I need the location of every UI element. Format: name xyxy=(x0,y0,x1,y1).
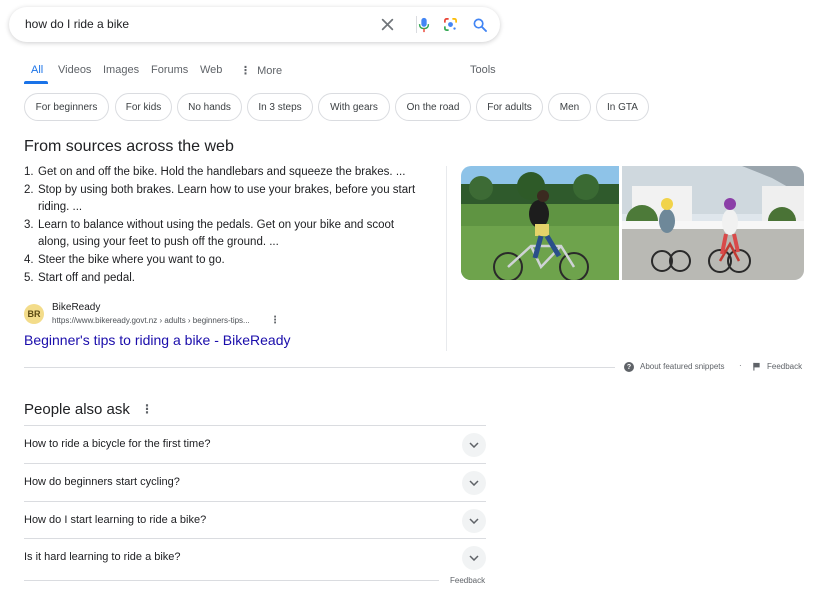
list-item: 2. Stop by using both brakes. Learn how … xyxy=(24,182,424,216)
tab-images[interactable]: Images xyxy=(103,64,139,76)
snippet-images[interactable] xyxy=(461,166,804,280)
chip-with-gears[interactable]: With gears xyxy=(318,93,390,121)
tab-more-label: More xyxy=(257,65,283,77)
paa-question-row[interactable]: How do beginners start cycling? xyxy=(24,463,486,501)
microphone-icon[interactable] xyxy=(414,15,433,34)
search-icon[interactable] xyxy=(470,15,489,34)
paa-question-row[interactable]: Is it hard learning to ride a bike? xyxy=(24,538,486,576)
step-number: 2. xyxy=(24,184,34,196)
more-vert-icon[interactable]: ⋮ xyxy=(270,315,280,326)
snippet-feedback-link[interactable]: Feedback xyxy=(767,362,802,371)
more-vert-icon[interactable]: ⋮ xyxy=(141,402,153,416)
step-text: Start off and pedal. xyxy=(38,272,135,284)
help-icon[interactable]: ? xyxy=(624,362,634,372)
chevron-down-icon[interactable] xyxy=(462,509,486,533)
chip-in-3-steps[interactable]: In 3 steps xyxy=(247,93,313,121)
paa-heading: People also ask xyxy=(24,401,130,418)
footer-separator: · xyxy=(739,361,742,370)
step-text: Learn to balance without using the pedal… xyxy=(38,219,395,248)
snippet-heading: From sources across the web xyxy=(24,138,234,155)
list-item: 3. Learn to balance without using the pe… xyxy=(24,217,424,251)
paa-question-text: How do beginners start cycling? xyxy=(24,476,180,488)
tab-web[interactable]: Web xyxy=(200,64,222,76)
paa-footer-divider xyxy=(24,580,439,581)
step-number: 1. xyxy=(24,166,34,178)
snippet-footer-divider xyxy=(24,367,615,368)
chip-no-hands[interactable]: No hands xyxy=(177,93,242,121)
chevron-down-icon[interactable] xyxy=(462,471,486,495)
active-tab-indicator xyxy=(24,81,48,84)
about-featured-snippets-link[interactable]: About featured snippets xyxy=(640,362,725,371)
tab-forums[interactable]: Forums xyxy=(151,64,188,76)
step-number: 5. xyxy=(24,272,34,284)
source-name[interactable]: BikeReady xyxy=(52,302,100,313)
chip-men[interactable]: Men xyxy=(548,93,591,121)
more-vert-icon: ⋮ xyxy=(240,65,251,77)
list-item: 5. Start off and pedal. xyxy=(24,270,424,287)
chip-for-beginners[interactable]: For beginners xyxy=(24,93,109,121)
snippet-divider xyxy=(446,166,447,351)
step-text: Stop by using both brakes. Learn how to … xyxy=(38,184,416,213)
lens-icon[interactable] xyxy=(441,15,460,34)
chip-on-the-road[interactable]: On the road xyxy=(395,93,471,121)
step-number: 3. xyxy=(24,219,34,231)
photo-couple-cycling[interactable] xyxy=(622,166,804,280)
result-title-link[interactable]: Beginner's tips to riding a bike - BikeR… xyxy=(24,332,290,348)
source-url[interactable]: https://www.bikeready.govt.nz › adults ›… xyxy=(52,316,250,325)
chip-in-gta[interactable]: In GTA xyxy=(596,93,649,121)
tab-videos[interactable]: Videos xyxy=(58,64,91,76)
paa-question-text: How to ride a bicycle for the first time… xyxy=(24,438,211,450)
list-item: 1. Get on and off the bike. Hold the han… xyxy=(24,164,424,181)
chip-for-adults[interactable]: For adults xyxy=(476,93,543,121)
paa-question-text: Is it hard learning to ride a bike? xyxy=(24,551,181,563)
step-number: 4. xyxy=(24,254,34,266)
paa-question-row[interactable]: How to ride a bicycle for the first time… xyxy=(24,425,486,463)
clear-icon[interactable] xyxy=(378,15,397,34)
source-favicon[interactable]: BR xyxy=(24,304,44,324)
chip-for-kids[interactable]: For kids xyxy=(115,93,172,121)
search-tabs: All Videos Images Forums Web ⋮ More Tool… xyxy=(0,58,821,84)
paa-question-row[interactable]: How do I start learning to ride a bike? xyxy=(24,501,486,539)
tab-more[interactable]: ⋮ More xyxy=(240,64,282,77)
step-text: Steer the bike where you want to go. xyxy=(38,254,225,266)
search-box[interactable]: how do I ride a bike xyxy=(9,7,500,42)
feedback-icon[interactable] xyxy=(752,362,761,371)
search-input[interactable]: how do I ride a bike xyxy=(25,17,129,31)
step-text: Get on and off the bike. Hold the handle… xyxy=(38,166,406,178)
chevron-down-icon[interactable] xyxy=(462,433,486,457)
photo-man-on-bike[interactable] xyxy=(461,166,619,280)
paa-question-text: How do I start learning to ride a bike? xyxy=(24,514,207,526)
snippet-steps-list: 1. Get on and off the bike. Hold the han… xyxy=(24,164,424,288)
chevron-down-icon[interactable] xyxy=(462,546,486,570)
paa-feedback-link[interactable]: Feedback xyxy=(450,576,485,585)
list-item: 4. Steer the bike where you want to go. xyxy=(24,252,424,269)
tools-button[interactable]: Tools xyxy=(470,64,496,76)
tab-all[interactable]: All xyxy=(31,64,43,76)
